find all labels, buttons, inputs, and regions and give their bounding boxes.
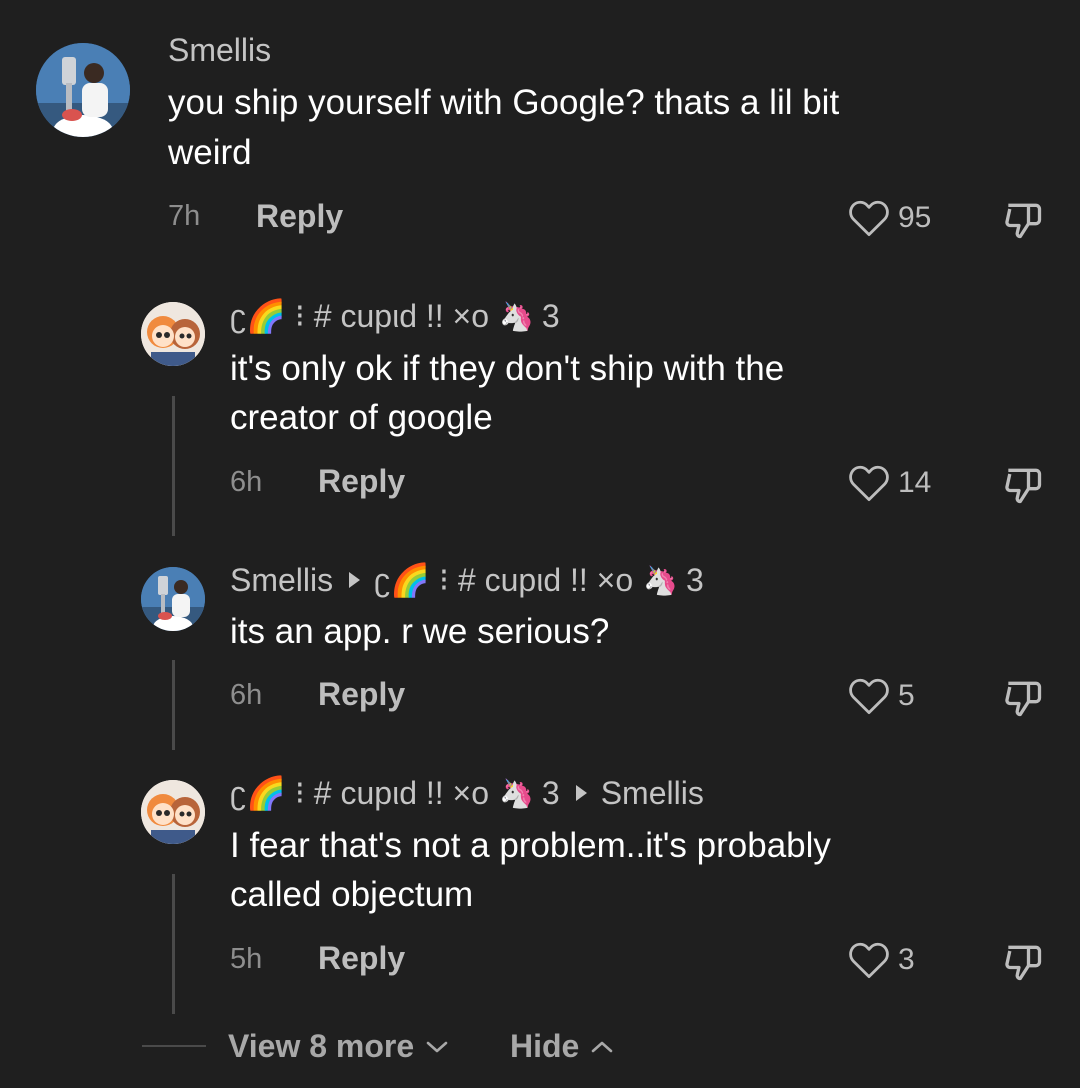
cartoon-girls-icon (141, 302, 205, 366)
comment-timestamp: 6h (230, 466, 263, 498)
unicorn-icon: 🦄 (499, 300, 534, 332)
reply-to-suffix: 3 (686, 561, 704, 598)
thread-line (172, 874, 175, 1014)
dislike-button[interactable] (1000, 676, 1046, 725)
heart-icon (849, 465, 889, 502)
comment-text-line: I fear that's not a problem..it's probab… (230, 826, 831, 865)
reply-button[interactable]: Reply (318, 676, 405, 713)
reply-button[interactable]: Reply (318, 463, 405, 500)
reply-button[interactable]: Reply (256, 198, 343, 235)
hide-label: Hide (510, 1028, 580, 1064)
comment-text-line: it's only ok if they don't ship with the (230, 349, 785, 388)
cartoon-girls-icon (141, 780, 205, 844)
dislike-button[interactable] (1000, 198, 1046, 247)
trophy-photo-icon (141, 567, 205, 631)
heart-icon (849, 200, 889, 237)
thumbs-down-icon (1005, 468, 1042, 504)
comment-text-line: creator of google (230, 398, 493, 437)
unicorn-icon: 🦄 (499, 777, 534, 809)
comment-text-line: its an app. r we serious? (230, 612, 610, 651)
username-prefix: ʗ🌈 ⁝ # cupιd !! ×o (230, 298, 490, 334)
like-count: 3 (898, 943, 915, 976)
divider (142, 1045, 206, 1047)
comment-timestamp: 6h (230, 679, 263, 711)
comment-text-line: you ship yourself with Google? thats a l… (168, 83, 840, 122)
comment-username[interactable]: Smellis (168, 32, 271, 69)
comment-timestamp: 5h (230, 943, 263, 975)
chevron-down-icon (426, 1041, 448, 1052)
reply-to-arrow-icon (349, 572, 361, 588)
hide-replies-button[interactable]: Hide (510, 1028, 615, 1065)
reply-to-arrow-icon (575, 785, 587, 801)
avatar[interactable] (36, 43, 130, 137)
comment-text-line: called objectum (230, 875, 474, 914)
dislike-button[interactable] (1000, 463, 1046, 512)
username-suffix: 3 (541, 774, 560, 811)
heart-icon (849, 942, 889, 979)
heart-icon (849, 678, 889, 715)
comment-text-line: weird (168, 133, 252, 172)
dislike-button[interactable] (1000, 940, 1046, 989)
reply-button[interactable]: Reply (318, 940, 405, 977)
thumbs-down-icon (1005, 681, 1042, 717)
thumbs-down-icon (1005, 203, 1042, 239)
avatar[interactable] (141, 302, 205, 366)
like-button[interactable]: 14 (848, 463, 931, 503)
thread-line (172, 396, 175, 536)
avatar[interactable] (141, 780, 205, 844)
comment-timestamp: 7h (168, 200, 201, 232)
username: Smellis (230, 561, 334, 598)
reply-to-prefix: ʗ🌈 ⁝ # cupιd !! ×o (374, 562, 634, 598)
like-button[interactable]: 5 (848, 676, 915, 716)
username-suffix: 3 (541, 297, 560, 334)
like-count: 95 (898, 201, 932, 234)
comment-username[interactable]: ʗ🌈 ⁝ # cupιd !! ×o 🦄 3 Smellis (230, 774, 704, 812)
unicorn-icon: 🦄 (643, 564, 679, 596)
view-more-label: View 8 more (228, 1028, 415, 1064)
like-button[interactable]: 95 (848, 198, 931, 238)
comment-username[interactable]: Smellis ʗ🌈 ⁝ # cupιd !! ×o 🦄 3 (230, 561, 704, 599)
avatar[interactable] (141, 567, 205, 631)
like-count: 14 (898, 466, 932, 499)
chevron-up-icon (592, 1041, 613, 1052)
trophy-photo-icon (36, 43, 130, 137)
username-prefix: ʗ🌈 ⁝ # cupιd !! ×o (230, 775, 490, 811)
reply-to-username: Smellis (600, 774, 704, 811)
view-more-replies-button[interactable]: View 8 more (228, 1028, 450, 1065)
comment-username[interactable]: ʗ🌈 ⁝ # cupιd !! ×o 🦄 3 (230, 297, 560, 335)
like-count: 5 (898, 679, 915, 712)
like-button[interactable]: 3 (848, 940, 915, 980)
thread-line (172, 660, 175, 750)
thumbs-down-icon (1005, 945, 1042, 981)
